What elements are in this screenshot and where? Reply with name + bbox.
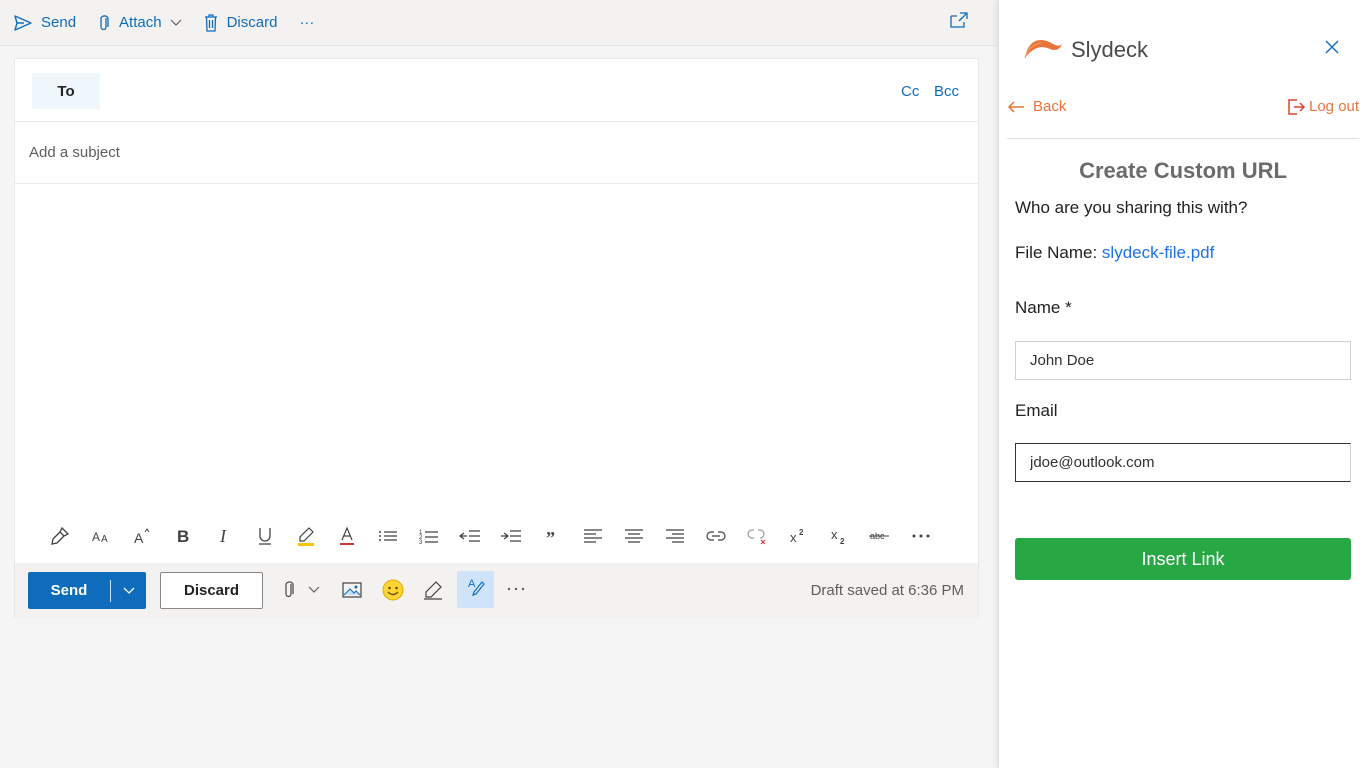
email-input[interactable] <box>1015 443 1351 482</box>
form-title: Create Custom URL <box>1079 158 1287 183</box>
brand: Slydeck <box>1023 34 1148 65</box>
editor-button[interactable]: A <box>457 571 494 608</box>
slydeck-addin-pane: Slydeck Back Log out Create Custom URL W… <box>998 0 1366 768</box>
unlink-icon[interactable] <box>736 521 777 551</box>
svg-text:A: A <box>92 530 100 544</box>
svg-text:2: 2 <box>799 528 804 537</box>
slydeck-logo-icon <box>1023 34 1063 65</box>
arrow-left-icon <box>1007 100 1025 113</box>
name-label: Name * <box>1015 298 1072 317</box>
insert-link-button[interactable]: Insert Link <box>1015 538 1351 580</box>
toolbar-more-label: ··· <box>299 14 315 31</box>
chevron-down-icon[interactable] <box>170 19 182 27</box>
back-label: Back <box>1033 98 1067 115</box>
send-icon <box>14 14 32 31</box>
cc-button[interactable]: Cc <box>901 83 919 100</box>
back-link[interactable]: Back <box>1007 98 1066 115</box>
attach-chevron-down-icon[interactable] <box>308 576 320 604</box>
svg-text:x: x <box>790 530 797 545</box>
top-toolbar: Send Attach Discard ··· <box>0 0 998 46</box>
logout-label: Log out <box>1309 98 1360 115</box>
paperclip-icon <box>98 14 110 32</box>
toolbar-attach-button[interactable]: Attach <box>98 14 182 32</box>
bold-icon[interactable]: B <box>162 521 203 551</box>
svg-text:2: 2 <box>840 537 845 545</box>
to-button[interactable]: To <box>32 73 100 109</box>
form-subtitle: Who are you sharing this with? <box>1015 198 1248 217</box>
toolbar-more-button[interactable]: ··· <box>299 14 314 31</box>
svg-text:A: A <box>468 578 476 590</box>
send-divider <box>110 579 111 602</box>
more-options-icon[interactable] <box>506 575 526 603</box>
logout-icon <box>1287 98 1305 115</box>
toolbar-discard-label: Discard <box>226 14 278 31</box>
subscript-icon[interactable]: x2 <box>818 521 859 551</box>
send-split-button: Send <box>28 572 146 609</box>
svg-text:I: I <box>219 527 227 545</box>
send-options-chevron-icon[interactable] <box>111 587 146 595</box>
font-size-icon[interactable]: AA <box>80 521 121 551</box>
format-toolbar: AA A B I 123 ” x 2 x 2 abc <box>15 509 978 563</box>
editor-icon: A <box>466 576 486 603</box>
svg-text:B: B <box>177 527 189 545</box>
svg-text:”: ” <box>546 529 555 543</box>
signature-icon[interactable] <box>422 576 444 604</box>
italic-icon[interactable]: I <box>203 521 244 551</box>
name-input[interactable] <box>1015 341 1351 380</box>
send-button[interactable]: Send <box>28 582 110 599</box>
nav-divider <box>1007 138 1359 139</box>
underline-icon[interactable] <box>244 521 285 551</box>
link-icon[interactable] <box>695 521 736 551</box>
subject-input[interactable] <box>29 122 929 182</box>
decrease-indent-icon[interactable] <box>449 521 490 551</box>
superscript-icon[interactable]: x2 <box>777 521 818 551</box>
file-name-row: File Name: slydeck-file.pdf <box>1015 243 1214 263</box>
message-body[interactable] <box>15 185 978 507</box>
trash-icon <box>204 13 218 32</box>
brand-name: Slydeck <box>1071 36 1149 62</box>
logout-link[interactable]: Log out <box>1287 98 1359 115</box>
bullets-icon[interactable] <box>367 521 408 551</box>
file-name-link[interactable]: slydeck-file.pdf <box>1102 243 1214 262</box>
toolbar-send-label: Send <box>41 14 77 31</box>
align-right-icon[interactable] <box>654 521 695 551</box>
bcc-button[interactable]: Bcc <box>934 83 959 100</box>
numbering-icon[interactable]: 123 <box>408 521 449 551</box>
discard-button[interactable]: Discard <box>160 572 263 609</box>
more-format-icon[interactable] <box>900 521 941 551</box>
align-left-icon[interactable] <box>572 521 613 551</box>
toolbar-attach-label: Attach <box>119 14 162 31</box>
quote-icon[interactable]: ” <box>531 521 572 551</box>
popout-icon[interactable] <box>950 12 968 33</box>
grow-font-icon[interactable]: A <box>121 521 162 551</box>
subject-row <box>15 122 978 184</box>
increase-indent-icon[interactable] <box>490 521 531 551</box>
insert-picture-icon[interactable] <box>342 576 362 604</box>
action-bar: Send Discard A Draft saved at 6:36 PM <box>15 563 978 618</box>
compose-pane: Send Attach Discard ··· To Cc Bcc Add a … <box>0 0 998 768</box>
addin-header: Slydeck <box>999 0 1366 90</box>
svg-text:3: 3 <box>419 540 423 544</box>
font-color-icon[interactable] <box>326 521 367 551</box>
compose-card: To Cc Bcc AA A B I <box>14 58 979 618</box>
emoji-icon[interactable] <box>382 576 404 604</box>
svg-text:A: A <box>101 534 108 544</box>
align-center-icon[interactable] <box>613 521 654 551</box>
toolbar-send-button[interactable]: Send <box>14 14 76 31</box>
svg-text:A: A <box>134 530 144 545</box>
strikethrough-icon[interactable]: abc <box>859 521 900 551</box>
to-row: To Cc Bcc <box>15 59 978 122</box>
close-icon[interactable] <box>1325 40 1339 59</box>
email-label: Email <box>1015 401 1058 420</box>
toolbar-discard-button[interactable]: Discard <box>204 13 278 32</box>
highlight-icon[interactable] <box>285 521 326 551</box>
format-painter-icon[interactable] <box>39 521 80 551</box>
draft-status: Draft saved at 6:36 PM <box>810 582 964 599</box>
svg-text:x: x <box>831 527 838 542</box>
file-name-label: File Name: <box>1015 243 1098 262</box>
attach-paperclip-icon[interactable] <box>283 576 295 604</box>
